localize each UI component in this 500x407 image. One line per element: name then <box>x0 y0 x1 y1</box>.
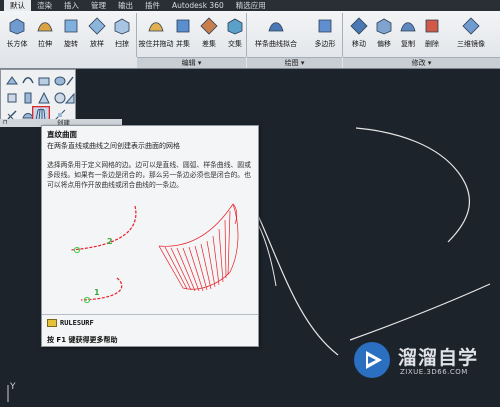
ribbon-panel: 长方体 拉伸 旋转 放样 扫掠 按住并拖动 并集 差集 交集 样条曲线拟合 多边形 移动 偏移 复制 删除 三… <box>0 11 500 69</box>
ribbon-button-label: 偏移 <box>377 40 391 48</box>
extrude-icon <box>37 22 53 32</box>
ribbon-button-label: 复制 <box>401 40 415 48</box>
surface-tool-8-icon[interactable] <box>37 91 51 105</box>
surface-tool-5-icon[interactable] <box>65 74 75 88</box>
surface-tool-10-icon[interactable] <box>65 91 75 105</box>
ribbon-tab[interactable]: Autodesk 360 <box>166 0 230 11</box>
surface-tool-7-icon[interactable] <box>21 91 35 105</box>
group-modify-label[interactable]: 修改 ▾ <box>343 57 500 68</box>
ribbon-separator <box>246 13 247 57</box>
ribbon-button-label: 差集 <box>202 40 216 48</box>
tooltip-command-name: RULESURF <box>60 319 94 327</box>
move-icon <box>350 17 368 35</box>
ribbon-button-spline[interactable]: 样条曲线拟合 <box>250 13 302 53</box>
offset-icon <box>376 18 392 35</box>
ribbon-button-extrude[interactable]: 拉伸 <box>32 13 58 53</box>
ribbon-button-label: 按住并拖动 <box>138 40 174 48</box>
ribbon-button-offset[interactable]: 偏移 <box>372 13 396 53</box>
ribbon-button-move[interactable]: 移动 <box>346 13 372 53</box>
ribbon-tab[interactable]: 管理 <box>85 0 112 11</box>
curve-edge-2 <box>70 205 137 251</box>
group-draw-label[interactable]: 绘图 ▾ <box>247 57 342 68</box>
ribbon-button-copy[interactable]: 复制 <box>396 13 420 53</box>
ribbon-tab-bar: 默认 渲染 插入 管理 输出 插件 Autodesk 360 精选应用 <box>0 0 500 11</box>
sweep-icon <box>114 18 130 35</box>
ribbon-tab[interactable]: 默认 <box>4 0 31 11</box>
surface-tool-2-icon[interactable] <box>21 74 35 88</box>
curve-label-2: 2 <box>107 237 113 246</box>
ribbon-button-polygon[interactable]: 多边形 <box>308 13 342 53</box>
intersect-icon <box>227 18 243 35</box>
canvas-curve-arc-top[interactable] <box>355 127 471 243</box>
ribbon-button-revolve[interactable]: 旋转 <box>58 13 84 53</box>
ribbon-button-label: 并集 <box>176 40 190 48</box>
ribbon-button-label: 放样 <box>90 40 104 48</box>
ribbon-button-label: 三维镜像 <box>457 40 485 48</box>
curve-label-1: 1 <box>94 288 100 297</box>
tooltip-body: 选择两条用于定义网格的边。边可以是直线、圆弧、样条曲线、圆或多段线。如果有一条边… <box>47 161 251 189</box>
ucs-axis-label: Y <box>10 382 16 392</box>
watermark-url: ZIXUE.3D66.COM <box>400 368 468 376</box>
command-icon <box>47 319 57 327</box>
ribbon-button-sweep[interactable]: 扫掠 <box>108 13 136 53</box>
presspull-icon <box>148 22 164 32</box>
canvas-curve-hook[interactable] <box>257 223 277 287</box>
ribbon-button-label: 交集 <box>228 40 242 48</box>
watermark-logo <box>354 342 390 378</box>
ribbon-button-erase[interactable]: 删除 <box>420 13 444 53</box>
ribbon-button-mirror3d[interactable]: 三维镜像 <box>450 13 492 53</box>
canvas-curve-right[interactable] <box>349 283 491 341</box>
ribbon-tab[interactable]: 插入 <box>58 0 85 11</box>
ribbon-separator <box>136 13 137 57</box>
revolve-icon <box>64 19 78 33</box>
spline-icon <box>268 22 284 32</box>
ribbon-button-label: 移动 <box>352 40 366 48</box>
surface-tool-6-icon[interactable] <box>5 91 19 105</box>
ribbon-tab[interactable]: 输出 <box>112 0 139 11</box>
ribbon-button-label: 多边形 <box>314 40 336 48</box>
tooltip-title: 直纹曲面 <box>47 130 77 139</box>
ribbon-button-box[interactable]: 长方体 <box>2 13 32 53</box>
curve-edge-1 <box>80 277 123 301</box>
erase-icon <box>425 19 439 33</box>
surface-tool-1-icon[interactable] <box>5 74 19 88</box>
box-icon <box>9 18 25 35</box>
mirror3d-icon <box>462 17 480 35</box>
ribbon-separator <box>342 13 343 57</box>
copy-icon <box>400 22 416 32</box>
ribbon-button-label: 长方体 <box>6 40 28 48</box>
rulesurf-tooltip: 直纹曲面 在两条直线或曲线之间创建表示曲面的网格 选择两条用于定义网格的边。边可… <box>41 125 259 347</box>
ribbon-button-label: 旋转 <box>64 40 78 48</box>
ribbon-button-label: 删除 <box>425 40 439 48</box>
group-edit-label[interactable]: 编辑 ▾ <box>137 57 246 68</box>
watermark: 溜溜自学 ZIXUE.3D66.COM <box>352 340 498 384</box>
tooltip-divider <box>42 314 258 315</box>
ribbon-button-loft[interactable]: 放样 <box>84 13 110 53</box>
modeling-flyout-gallery <box>0 69 76 125</box>
ribbon-button-intersect[interactable]: 交集 <box>222 13 248 53</box>
subtract-icon <box>200 17 218 35</box>
surface-tool-3-icon[interactable] <box>37 74 51 88</box>
ribbon-button-label: 扫掠 <box>115 40 129 48</box>
ribbon-tab[interactable]: 精选应用 <box>230 0 272 11</box>
ribbon-button-label: 拉伸 <box>38 40 52 48</box>
union-icon <box>176 19 190 33</box>
ruled-surface-result <box>158 203 239 292</box>
ribbon-button-union[interactable]: 并集 <box>170 13 196 53</box>
loft-icon <box>88 17 106 35</box>
tooltip-help-hint: 按 F1 键获得更多帮助 <box>47 336 118 344</box>
tooltip-description: 在两条直线或曲线之间创建表示曲面的网格 <box>47 142 180 150</box>
ribbon-button-subtract[interactable]: 差集 <box>196 13 222 53</box>
gallery-pin-icon[interactable]: ⊓ <box>3 119 8 127</box>
ribbon-tab[interactable]: 插件 <box>139 0 166 11</box>
ribbon-tab[interactable]: 渲染 <box>31 0 58 11</box>
watermark-name: 溜溜自学 <box>398 347 479 369</box>
ribbon-button-label: 样条曲线拟合 <box>255 40 297 48</box>
polygon-icon <box>318 19 332 33</box>
tooltip-illustration: 2 1 <box>70 203 239 304</box>
